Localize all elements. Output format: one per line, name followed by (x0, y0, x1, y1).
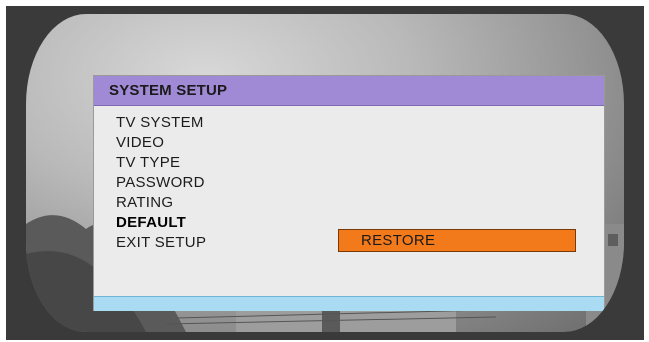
restore-option-label: RESTORE (361, 232, 436, 249)
system-setup-menu: SYSTEM SETUP TV SYSTEM VIDEO TV TYPE PAS… (94, 76, 604, 311)
menu-title: SYSTEM SETUP (109, 82, 228, 99)
menu-item-tv-type[interactable]: TV TYPE (116, 154, 180, 171)
menu-title-bar: SYSTEM SETUP (94, 76, 604, 106)
menu-item-rating[interactable]: RATING (116, 194, 173, 211)
restore-option[interactable]: RESTORE (338, 229, 576, 252)
tv-frame: SYSTEM SETUP TV SYSTEM VIDEO TV TYPE PAS… (6, 6, 644, 340)
status-bar (94, 296, 604, 311)
menu-item-tv-system[interactable]: TV SYSTEM (116, 114, 204, 131)
tv-screen: SYSTEM SETUP TV SYSTEM VIDEO TV TYPE PAS… (26, 14, 624, 332)
menu-item-video[interactable]: VIDEO (116, 134, 164, 151)
menu-item-password[interactable]: PASSWORD (116, 174, 205, 191)
menu-item-exit-setup[interactable]: EXIT SETUP (116, 234, 206, 251)
menu-item-default[interactable]: DEFAULT (116, 214, 186, 231)
